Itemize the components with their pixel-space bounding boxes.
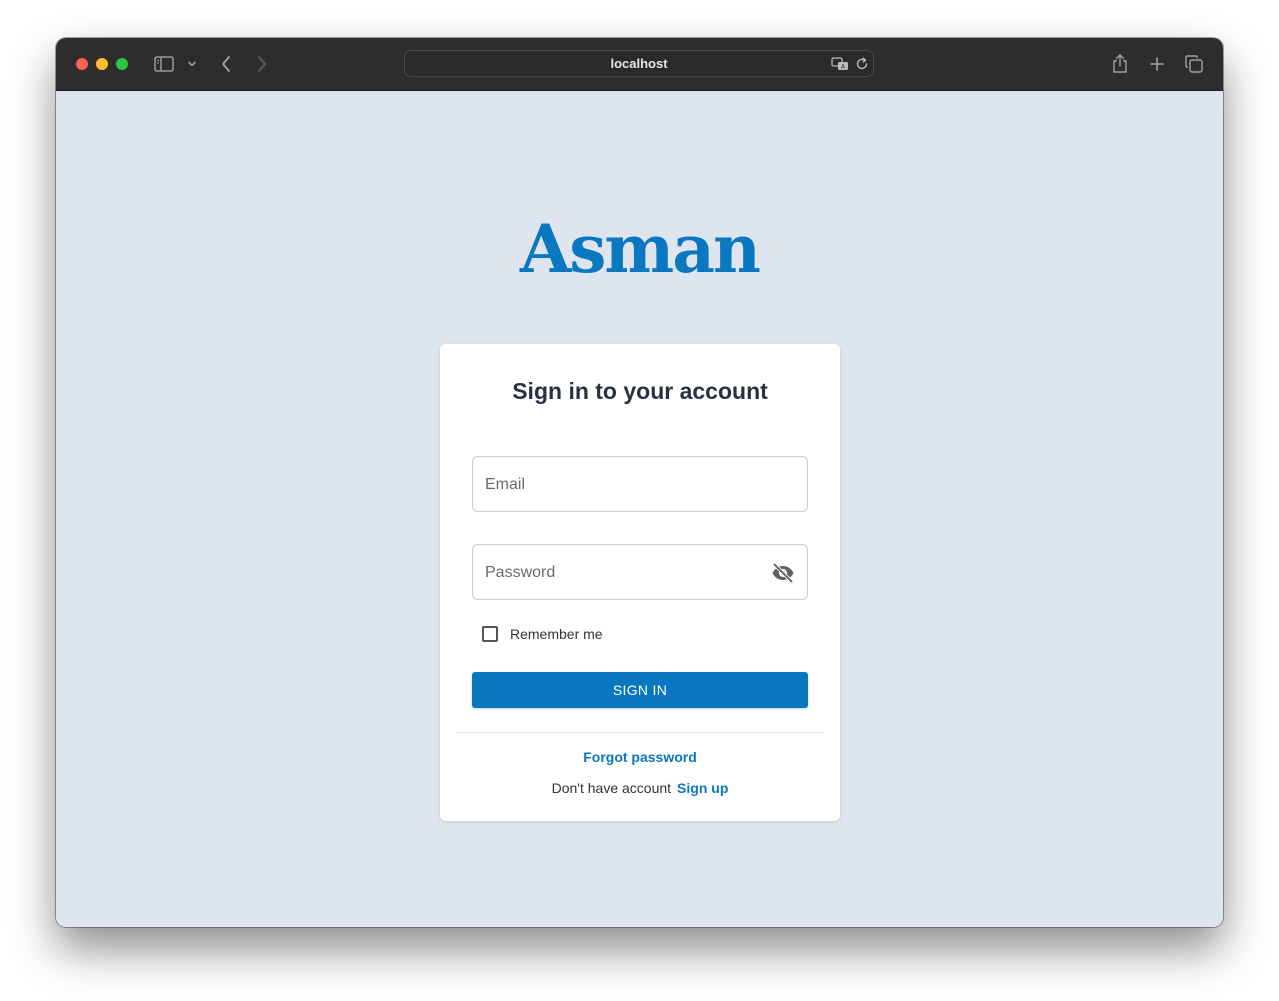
no-account-text: Don't have account <box>551 780 672 796</box>
sign-in-button[interactable]: SIGN IN <box>472 672 808 708</box>
tabs-overview-icon[interactable] <box>1184 52 1204 76</box>
email-input[interactable] <box>483 457 757 513</box>
login-title: Sign in to your account <box>512 378 768 404</box>
login-card: Sign in to your account Email Remember m… <box>440 344 840 821</box>
zoom-window-button[interactable] <box>116 58 128 70</box>
page-content: Asman Sign in to your account Email Reme… <box>56 91 1223 927</box>
divider <box>456 732 824 733</box>
forgot-password-label[interactable]: Forgot password <box>583 749 697 765</box>
browser-window: localhost A Asman Sign in to your accoun… <box>56 38 1223 927</box>
password-input[interactable] <box>483 545 757 601</box>
sign-up-link[interactable]: Sign up <box>677 780 728 796</box>
reload-icon[interactable] <box>855 55 871 73</box>
minimize-window-button[interactable] <box>96 58 108 70</box>
address-url: localhost <box>610 56 668 71</box>
remember-me-row[interactable]: Remember me <box>482 626 603 642</box>
forward-icon[interactable] <box>252 52 272 76</box>
remember-me-checkbox[interactable] <box>482 626 498 642</box>
email-field[interactable] <box>472 456 808 513</box>
signup-row: Don't have account Sign up <box>440 780 840 796</box>
new-tab-icon[interactable] <box>1147 52 1167 76</box>
password-field[interactable] <box>472 544 808 601</box>
sidebar-icon[interactable] <box>152 52 176 76</box>
browser-toolbar: localhost A <box>56 38 1223 91</box>
back-icon[interactable] <box>216 52 236 76</box>
remember-me-label: Remember me <box>510 626 603 642</box>
forgot-password-link[interactable]: Forgot password <box>440 749 840 765</box>
chevron-down-icon[interactable] <box>186 52 198 76</box>
share-icon[interactable] <box>1110 52 1130 76</box>
close-window-button[interactable] <box>76 58 88 70</box>
visibility-off-icon[interactable] <box>771 561 795 585</box>
app-logo: Asman <box>520 210 761 288</box>
address-bar[interactable]: localhost A <box>404 50 874 77</box>
translate-icon[interactable]: A <box>831 55 851 73</box>
